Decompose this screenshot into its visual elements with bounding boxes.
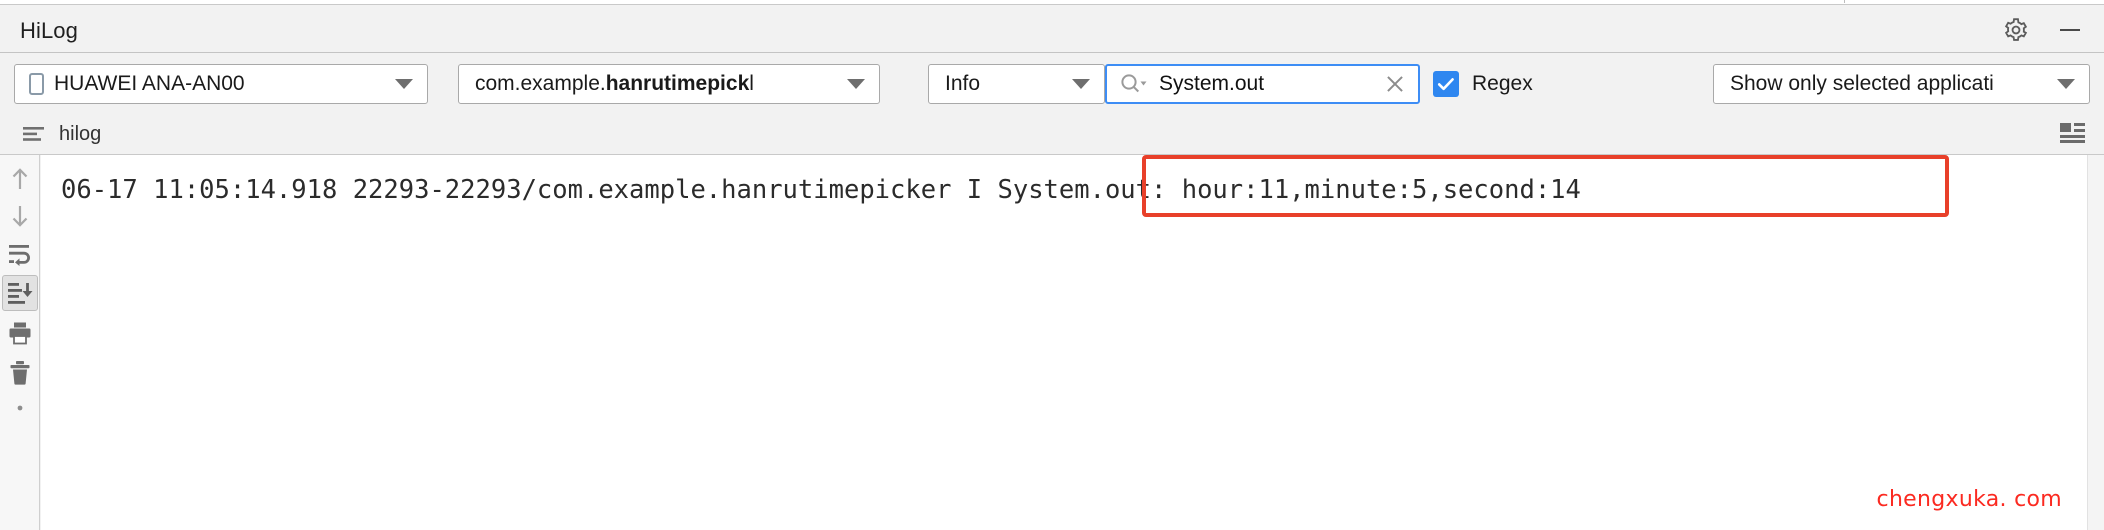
log-level-selector[interactable]: Info xyxy=(928,64,1105,104)
log-level-value: Info xyxy=(945,72,981,95)
device-selector-value: HUAWEI ANA-AN00 xyxy=(54,72,245,95)
gear-icon[interactable] xyxy=(2000,14,2032,46)
chevron-down-icon xyxy=(395,79,413,89)
tab-hilog[interactable]: hilog xyxy=(22,118,101,150)
log-lines-icon xyxy=(23,127,44,141)
tab-hilog-label: hilog xyxy=(59,122,102,145)
minimize-icon[interactable] xyxy=(2054,14,2086,46)
ide-tab-divider xyxy=(0,0,1845,3)
split-layout-icon[interactable] xyxy=(2056,117,2090,149)
device-selector[interactable]: HUAWEI ANA-AN00 xyxy=(14,64,428,104)
chevron-down-icon xyxy=(2057,79,2075,89)
chevron-down-icon xyxy=(847,79,865,89)
search-input[interactable]: System.out xyxy=(1105,64,1420,104)
filter-toolbar: HUAWEI ANA-AN00 com.example.hanrutimepic… xyxy=(0,54,2104,112)
regex-checkbox[interactable]: Regex xyxy=(1433,71,1533,97)
log-gutter-toolbar xyxy=(0,155,40,530)
package-selector[interactable]: com.example.hanrutimepickl xyxy=(458,64,880,104)
package-selector-value: com.example.hanrutimepickl xyxy=(475,72,837,96)
watermark: chengxuka. com xyxy=(1876,487,2062,512)
page-title: HiLog xyxy=(20,18,78,43)
package-bold: hanrutimepick xyxy=(605,72,750,95)
scroll-up-button[interactable] xyxy=(2,161,38,197)
package-suffix: l xyxy=(749,72,754,95)
titlebar-actions xyxy=(2000,14,2086,46)
more-options-button[interactable] xyxy=(2,393,38,429)
chevron-down-icon xyxy=(1072,79,1090,89)
regex-checkbox-label: Regex xyxy=(1472,72,1533,95)
vertical-scrollbar[interactable] xyxy=(2087,155,2104,530)
log-line: 06-17 11:05:14.918 22293-22293/com.examp… xyxy=(61,175,1581,205)
scope-selector-value: Show only selected applicati xyxy=(1730,72,1994,95)
scroll-to-end-button[interactable] xyxy=(2,275,38,311)
log-output-pane[interactable]: 06-17 11:05:14.918 22293-22293/com.examp… xyxy=(41,155,2087,530)
print-button[interactable] xyxy=(2,315,38,351)
package-prefix: com.example. xyxy=(475,72,606,95)
clear-log-button[interactable] xyxy=(2,354,38,390)
scope-selector[interactable]: Show only selected applicati xyxy=(1713,64,2090,104)
hilog-panel: HiLog HUAWEI ANA-AN00 com.example.hanrut… xyxy=(0,0,2104,530)
checkbox-box[interactable] xyxy=(1433,71,1459,97)
titlebar: HiLog xyxy=(0,5,2104,53)
soft-wrap-button[interactable] xyxy=(2,237,38,273)
tab-strip: hilog xyxy=(0,112,2104,155)
search-input-value[interactable]: System.out xyxy=(1149,72,1382,96)
scroll-down-button[interactable] xyxy=(2,198,38,234)
close-icon[interactable] xyxy=(1382,71,1408,97)
phone-icon xyxy=(29,73,44,95)
search-icon[interactable] xyxy=(1119,72,1149,96)
